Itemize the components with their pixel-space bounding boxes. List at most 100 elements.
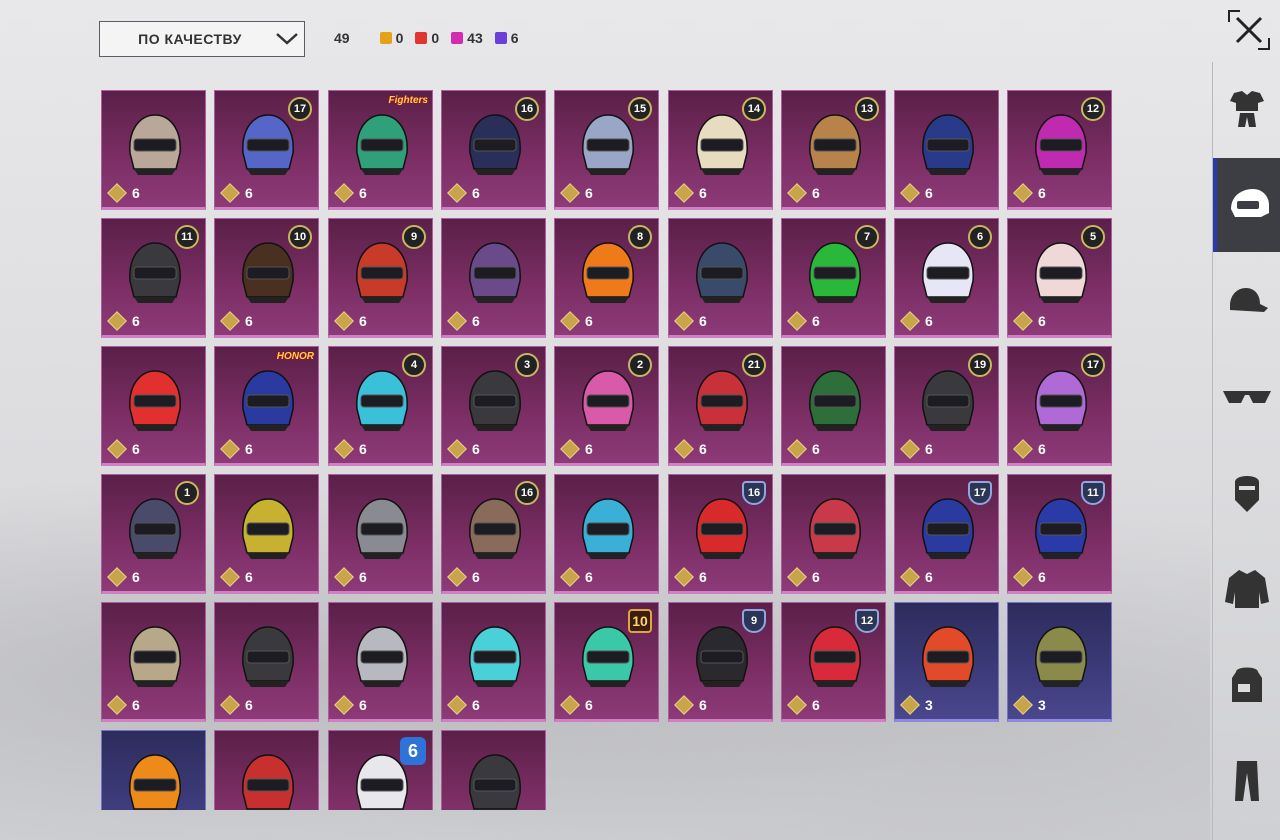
helmet-tile[interactable] xyxy=(214,730,319,810)
quantity-value: 6 xyxy=(1038,185,1046,201)
item-quantity: 6 xyxy=(787,567,820,587)
helmet-tile[interactable]: 6 xyxy=(214,602,319,722)
quantity-value: 6 xyxy=(132,569,140,585)
quantity-value: 6 xyxy=(812,313,820,329)
quantity-value: 6 xyxy=(925,441,933,457)
item-quantity: 6 xyxy=(107,183,140,203)
diamond-icon xyxy=(447,183,467,203)
helmet-tile[interactable] xyxy=(101,730,206,810)
helmet-tile[interactable]: 17 6 xyxy=(1007,346,1112,466)
helmet-tile[interactable]: 11 6 xyxy=(1007,474,1112,594)
count-value: 6 xyxy=(510,30,519,46)
sidebar-item-cap[interactable] xyxy=(1213,254,1280,348)
count-value: 43 xyxy=(467,30,483,46)
helmet-tile[interactable]: 12 6 xyxy=(1007,90,1112,210)
helmet-tile[interactable]: 3 xyxy=(894,602,999,722)
helmet-tile[interactable]: 6 xyxy=(894,90,999,210)
item-quantity: 6 xyxy=(334,183,367,203)
quantity-value: 6 xyxy=(245,697,253,713)
helmet-tile[interactable]: 6 xyxy=(101,90,206,210)
total-count: 49 xyxy=(334,30,350,46)
level-badge: 11 xyxy=(1081,481,1105,505)
helmet-icon xyxy=(469,754,521,810)
helmet-tile[interactable]: 10 6 xyxy=(214,218,319,338)
helmet-tile[interactable]: 17 6 xyxy=(214,90,319,210)
helmet-tile[interactable]: 21 6 xyxy=(668,346,773,466)
helmet-tile[interactable]: 15 6 xyxy=(554,90,659,210)
helmet-tile[interactable]: 6 xyxy=(328,730,433,810)
item-quantity: 6 xyxy=(900,567,933,587)
sidebar-item-outfit[interactable] xyxy=(1213,62,1280,156)
helmet-tile[interactable]: 6 xyxy=(554,474,659,594)
helmet-tile[interactable]: 5 6 xyxy=(1007,218,1112,338)
helmet-tile[interactable]: 3 6 xyxy=(441,346,546,466)
helmet-tile[interactable]: 14 6 xyxy=(668,90,773,210)
helmet-tile[interactable]: 1 6 xyxy=(101,474,206,594)
sidebar-item-backpack[interactable] xyxy=(1213,638,1280,732)
jacket-icon xyxy=(1225,570,1269,608)
sidebar-item-pants[interactable] xyxy=(1213,734,1280,828)
helmet-tile[interactable]: 3 xyxy=(1007,602,1112,722)
diamond-icon xyxy=(560,183,580,203)
diamond-icon xyxy=(220,567,240,587)
helmet-tile[interactable]: 11 6 xyxy=(101,218,206,338)
helmet-tile[interactable] xyxy=(441,730,546,810)
helmet-tile[interactable]: 16 6 xyxy=(441,474,546,594)
helmet-tile[interactable]: 6 xyxy=(441,218,546,338)
item-quantity: 6 xyxy=(900,183,933,203)
diamond-icon xyxy=(1013,311,1033,331)
quantity-value: 6 xyxy=(585,441,593,457)
helmet-tile[interactable]: 12 6 xyxy=(781,602,886,722)
quantity-value: 6 xyxy=(1038,569,1046,585)
helmet-tile[interactable]: 10 6 xyxy=(554,602,659,722)
helmet-tile[interactable]: 6 xyxy=(441,602,546,722)
sidebar-item-jacket[interactable] xyxy=(1213,542,1280,636)
helmet-tile[interactable]: 6 xyxy=(214,474,319,594)
helmet-tile[interactable]: 8 6 xyxy=(554,218,659,338)
level-badge: 16 xyxy=(515,97,539,121)
helmet-tile[interactable]: 2 6 xyxy=(554,346,659,466)
helmet-tile[interactable]: 17 6 xyxy=(894,474,999,594)
helmet-tile[interactable]: 6 xyxy=(781,346,886,466)
helmet-tile[interactable]: 6 xyxy=(328,602,433,722)
item-quantity: 6 xyxy=(787,439,820,459)
helmet-tile[interactable]: 9 6 xyxy=(328,218,433,338)
diamond-icon xyxy=(220,695,240,715)
item-quantity: 6 xyxy=(107,567,140,587)
item-quantity: 6 xyxy=(334,311,367,331)
helmet-tile[interactable]: 6 xyxy=(781,474,886,594)
helmet-tile[interactable]: 9 6 xyxy=(668,602,773,722)
helmet-tile[interactable]: 6 xyxy=(668,218,773,338)
quantity-value: 3 xyxy=(925,697,933,713)
helmet-tile[interactable]: 16 6 xyxy=(668,474,773,594)
quantity-value: 6 xyxy=(359,569,367,585)
diamond-icon xyxy=(447,439,467,459)
helmet-tile[interactable]: 7 6 xyxy=(781,218,886,338)
helmet-tile[interactable]: 13 6 xyxy=(781,90,886,210)
helmet-tile[interactable]: 6 xyxy=(328,474,433,594)
helmet-tile[interactable]: 6 6 xyxy=(894,218,999,338)
level-badge: 8 xyxy=(628,225,652,249)
helmet-icon xyxy=(129,626,181,687)
helmet-tile[interactable]: HONOR 6 xyxy=(214,346,319,466)
item-quantity: 6 xyxy=(560,695,593,715)
sidebar-item-mask[interactable] xyxy=(1213,446,1280,540)
helmet-tile[interactable]: 19 6 xyxy=(894,346,999,466)
diamond-icon xyxy=(1013,567,1033,587)
close-button[interactable] xyxy=(1226,8,1272,52)
helmet-tile[interactable]: Fighters 6 xyxy=(328,90,433,210)
helmet-icon xyxy=(242,370,294,431)
helmet-tile[interactable]: 4 6 xyxy=(328,346,433,466)
helmet-tile[interactable]: 16 6 xyxy=(441,90,546,210)
count-legendary: 0 xyxy=(379,30,403,46)
helmet-tile[interactable]: 6 xyxy=(101,346,206,466)
diamond-icon xyxy=(787,439,807,459)
helmet-tile[interactable]: 6 xyxy=(101,602,206,722)
item-quantity: 3 xyxy=(900,695,933,715)
level-badge: 2 xyxy=(628,353,652,377)
quantity-value: 6 xyxy=(1038,441,1046,457)
sidebar-item-glasses[interactable] xyxy=(1213,350,1280,444)
diamond-icon xyxy=(107,183,127,203)
sort-dropdown[interactable]: ПО КАЧЕСТВУ xyxy=(99,21,305,57)
sidebar-item-helmet[interactable] xyxy=(1213,158,1280,252)
